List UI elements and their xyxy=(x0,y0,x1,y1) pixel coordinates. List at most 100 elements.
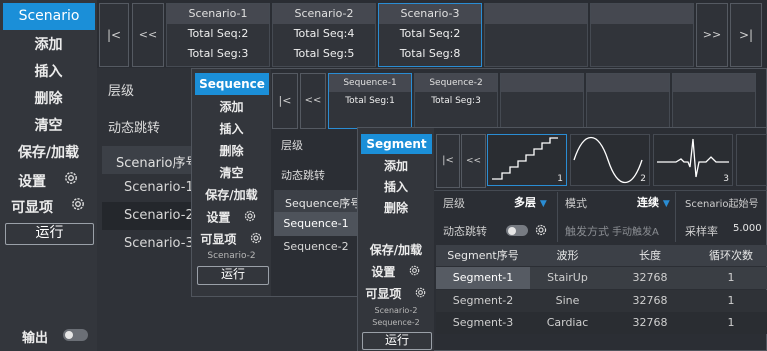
sequence-context-label: Sequence-2 xyxy=(372,318,420,327)
first-button[interactable]: |< xyxy=(272,73,298,129)
table-cell[interactable]: Segment-3 xyxy=(436,312,530,334)
table-cell: 32768 xyxy=(632,316,668,329)
dropdown-arrow-icon: ▼ xyxy=(539,199,547,209)
next-button[interactable]: >> xyxy=(696,3,728,67)
cardiac-wave-icon xyxy=(657,138,729,178)
dropdown-arrow-icon: ▼ xyxy=(662,199,670,209)
card-title: Sequence-1 xyxy=(329,74,411,92)
gear-icon xyxy=(408,264,421,281)
save-load-button[interactable]: 保存/加载 xyxy=(358,243,434,258)
scenario-context-label: Scenario-2 xyxy=(207,251,256,261)
visible-items-button[interactable]: 可显项 xyxy=(192,231,271,249)
visible-items-button[interactable]: 可显项 xyxy=(358,286,434,303)
table-cell[interactable]: Segment-2 xyxy=(436,290,530,312)
level-label: 层级 xyxy=(108,84,135,99)
clear-button[interactable]: 清空 xyxy=(0,116,97,136)
visible-items-label: 可显项 xyxy=(200,232,237,247)
empty-card xyxy=(484,3,588,67)
col-header-loops: 循环次数 xyxy=(709,249,753,262)
waveform-thumb-empty xyxy=(736,134,767,186)
run-button[interactable]: 运行 xyxy=(197,266,269,285)
scenario-title[interactable]: Scenario xyxy=(3,3,95,30)
trigger-dropdown[interactable]: 手动触发A xyxy=(612,223,659,238)
dynamic-jump-label: 动态跳转 xyxy=(281,169,325,182)
card-seq: Total Seq:2 xyxy=(187,27,249,40)
run-button[interactable]: 运行 xyxy=(362,332,432,350)
scenario-card[interactable]: Scenario-2 Total Seq:4 Total Seg:5 xyxy=(272,3,376,67)
gear-icon[interactable] xyxy=(534,222,548,241)
run-button[interactable]: 运行 xyxy=(5,223,94,245)
col-header-length: 长度 xyxy=(639,249,661,262)
list-item[interactable]: Scenario-2 xyxy=(102,202,194,230)
waveform-thumb-stair[interactable]: 1 xyxy=(487,134,567,186)
sequence-card[interactable]: Sequence-2 Total Seg:3 xyxy=(414,73,498,129)
card-title: Scenario-3 xyxy=(379,4,481,24)
dynamic-jump-label: 动态跳转 xyxy=(108,121,161,136)
insert-button[interactable]: 插入 xyxy=(192,121,271,137)
settings-button[interactable]: 设置 xyxy=(192,209,271,227)
save-load-button[interactable]: 保存/加载 xyxy=(0,143,97,163)
scenario-card-selected[interactable]: Scenario-3 Total Seq:2 Total Seg:8 xyxy=(378,3,482,67)
thumb-number: 1 xyxy=(557,174,563,184)
settings-button[interactable]: 设置 xyxy=(358,264,434,281)
card-seg: Total Seg:5 xyxy=(293,47,355,60)
dynamic-jump-toggle[interactable] xyxy=(506,225,528,236)
settings-label: 设置 xyxy=(206,210,231,225)
scenario-list-header-text: Scenario序号 xyxy=(116,156,199,171)
list-item[interactable]: Sequence-1 xyxy=(274,212,358,236)
scenario-card[interactable]: Scenario-1 Total Seq:2 Total Seg:3 xyxy=(166,3,270,67)
sample-rate-label: 采样率 xyxy=(685,225,718,238)
card-seg: Total Seg:3 xyxy=(431,96,481,106)
delete-button[interactable]: 删除 xyxy=(0,89,97,109)
table-cell: Sine xyxy=(555,294,580,307)
empty-card xyxy=(500,73,584,129)
scenario-context-label: Scenario-2 xyxy=(374,306,418,315)
card-seg: Total Seg:8 xyxy=(399,47,461,60)
delete-button[interactable]: 删除 xyxy=(358,201,434,216)
table-cell: 1 xyxy=(727,294,735,307)
first-button[interactable]: |< xyxy=(436,134,460,188)
insert-button[interactable]: 插入 xyxy=(358,180,434,195)
visible-items-label: 可显项 xyxy=(11,200,54,216)
waveform-thumb-cardiac[interactable]: 3 xyxy=(653,134,733,186)
sample-rate-value[interactable]: 5.000 xyxy=(733,223,762,234)
gear-icon xyxy=(414,286,427,303)
insert-button[interactable]: 插入 xyxy=(0,62,97,82)
output-toggle[interactable] xyxy=(63,329,88,341)
card-title: Sequence-2 xyxy=(415,74,497,92)
sequence-title[interactable]: Sequence xyxy=(195,73,269,95)
col-header-segment: Segment序号 xyxy=(447,249,519,262)
level-value: 多层 xyxy=(514,196,536,209)
list-item[interactable]: Scenario-1 xyxy=(102,174,194,202)
settings-label: 设置 xyxy=(18,174,47,190)
table-cell: Cardiac xyxy=(546,316,589,329)
save-load-button[interactable]: 保存/加载 xyxy=(192,187,271,203)
prev-button[interactable]: << xyxy=(461,134,486,188)
level-dropdown[interactable]: 多层 ▼ xyxy=(514,194,547,210)
gear-icon xyxy=(243,209,257,227)
visible-items-button[interactable]: 可显项 xyxy=(0,196,97,216)
prev-button[interactable]: << xyxy=(300,73,326,129)
card-seq: Total Seq:2 xyxy=(399,27,461,40)
last-button[interactable]: >| xyxy=(730,3,762,67)
waveform-thumb-sine[interactable]: 2 xyxy=(570,134,650,186)
delete-button[interactable]: 删除 xyxy=(192,143,271,159)
add-button[interactable]: 添加 xyxy=(192,99,271,115)
list-item[interactable]: Scenario-3 xyxy=(102,230,194,258)
segment-title[interactable]: Segment xyxy=(361,134,432,154)
clear-button[interactable]: 清空 xyxy=(192,165,271,181)
sequence-card-selected[interactable]: Sequence-1 Total Seg:1 xyxy=(328,73,412,129)
props-divider xyxy=(557,192,558,242)
mode-dropdown[interactable]: 连续 ▼ xyxy=(637,194,670,210)
table-cell[interactable]: Segment-1 xyxy=(436,267,530,289)
settings-button[interactable]: 设置 xyxy=(0,170,97,190)
add-button[interactable]: 添加 xyxy=(0,35,97,55)
prev-button[interactable]: << xyxy=(132,3,164,67)
card-seg: Total Seg:1 xyxy=(345,96,395,106)
add-button[interactable]: 添加 xyxy=(358,159,434,174)
table-cell: 1 xyxy=(727,271,735,284)
mode-value: 连续 xyxy=(637,196,659,209)
list-item[interactable]: Sequence-2 xyxy=(274,236,358,258)
level-label: 层级 xyxy=(281,139,303,152)
first-button[interactable]: |< xyxy=(99,3,129,67)
